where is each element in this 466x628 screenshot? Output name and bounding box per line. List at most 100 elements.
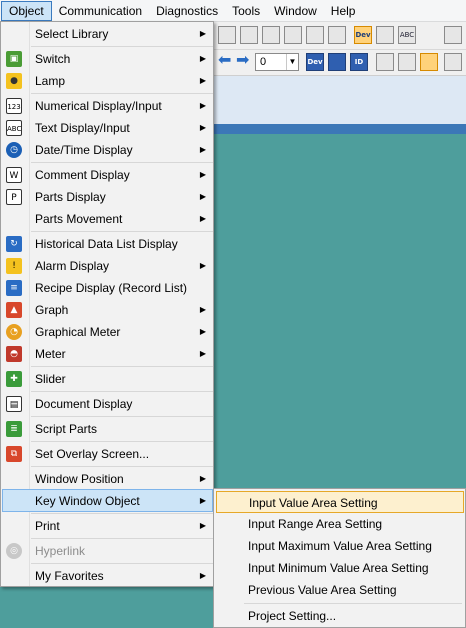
menu-item-label: Key Window Object <box>35 494 140 508</box>
menu-item-label: Lamp <box>35 74 66 88</box>
submenu-item-previous-value-area[interactable]: Previous Value Area Setting <box>216 579 464 601</box>
menu-item-lamp[interactable]: ● Lamp ▶ <box>2 70 213 92</box>
menu-item-historical-data[interactable]: ↻ Historical Data List Display <box>2 233 213 255</box>
menu-item-print[interactable]: Print ▶ <box>2 515 213 537</box>
menu-item-label: Window Position <box>35 472 124 486</box>
dev-view-icon[interactable]: Dev <box>354 26 372 44</box>
layer-icon[interactable] <box>376 53 394 71</box>
print-icon[interactable] <box>284 26 302 44</box>
graph-icon: ▲ <box>6 302 22 318</box>
forward-arrow-icon[interactable]: ➡ <box>236 52 249 70</box>
submenu-arrow-icon: ▶ <box>199 170 206 179</box>
submenu-item-label: Input Minimum Value Area Setting <box>248 561 429 575</box>
submenu-arrow-icon: ▶ <box>199 305 206 314</box>
menu-item-label: Graph <box>35 303 69 317</box>
layer-combo[interactable]: 0 ▼ <box>255 53 299 71</box>
menu-window[interactable]: Window <box>267 1 324 21</box>
layer-combo-value: 0 <box>260 56 267 68</box>
menu-item-label: Date/Time Display <box>35 143 133 157</box>
object-menu: Select Library ▶ ▣ Switch ▶ ● Lamp ▶ 123… <box>0 21 214 587</box>
menu-item-my-favorites[interactable]: My Favorites ▶ <box>2 565 213 587</box>
parts-display-icon: P <box>6 189 22 205</box>
menu-item-label: Graphical Meter <box>35 325 121 339</box>
run-icon[interactable] <box>444 26 462 44</box>
settings-icon[interactable] <box>328 26 346 44</box>
menu-separator <box>31 416 213 417</box>
menu-item-hyperlink: ◎ Hyperlink <box>2 540 213 562</box>
screen-icon[interactable] <box>218 26 236 44</box>
recipe-icon: ≡ <box>6 280 22 296</box>
submenu-item-input-min-area[interactable]: Input Minimum Value Area Setting <box>216 557 464 579</box>
text-display-icon: ABC <box>6 120 22 136</box>
menu-item-label: Set Overlay Screen... <box>35 447 150 461</box>
dev-table-icon[interactable] <box>328 53 346 71</box>
submenu-arrow-icon: ▶ <box>199 29 206 38</box>
menu-item-recipe-display[interactable]: ≡ Recipe Display (Record List) <box>2 277 213 299</box>
document-icon: ▤ <box>6 396 22 412</box>
submenu-item-input-value-area[interactable]: Input Value Area Setting <box>216 491 464 513</box>
menu-item-comment-display[interactable]: W Comment Display ▶ <box>2 164 213 186</box>
menu-item-parts-movement[interactable]: Parts Movement ▶ <box>2 208 213 230</box>
menu-item-meter[interactable]: ◓ Meter ▶ <box>2 343 213 365</box>
frame-icon[interactable] <box>240 26 258 44</box>
submenu-item-project-setting[interactable]: Project Setting... <box>216 605 464 627</box>
dev-icon[interactable] <box>262 26 280 44</box>
submenu-arrow-icon: ▶ <box>199 496 206 505</box>
menu-item-date-time-display[interactable]: ◷ Date/Time Display ▶ <box>2 139 213 161</box>
alarm-icon: ! <box>6 258 22 274</box>
menu-item-slider[interactable]: ✚ Slider <box>2 368 213 390</box>
menu-item-label: Parts Movement <box>35 212 123 226</box>
menu-item-window-position[interactable]: Window Position ▶ <box>2 468 213 490</box>
switch-icon: ▣ <box>6 51 22 67</box>
menu-item-parts-display[interactable]: P Parts Display ▶ <box>2 186 213 208</box>
menu-item-alarm-display[interactable]: ! Alarm Display ▶ <box>2 255 213 277</box>
submenu-arrow-icon: ▶ <box>199 571 206 580</box>
menu-item-label: Slider <box>35 372 66 386</box>
menu-object[interactable]: Object <box>1 0 52 21</box>
hyperlink-icon: ◎ <box>6 543 22 559</box>
menu-tools[interactable]: Tools <box>225 1 267 21</box>
slider-icon: ✚ <box>6 371 22 387</box>
lamp-icon: ● <box>6 73 22 89</box>
display-icon[interactable] <box>444 53 462 71</box>
menu-item-set-overlay-screen[interactable]: ⧉ Set Overlay Screen... <box>2 443 213 465</box>
menu-item-numerical-display[interactable]: 123 Numerical Display/Input ▶ <box>2 95 213 117</box>
menu-item-label: Alarm Display <box>35 259 110 273</box>
submenu-item-input-max-area[interactable]: Input Maximum Value Area Setting <box>216 535 464 557</box>
submenu-arrow-icon: ▶ <box>199 192 206 201</box>
dev-button[interactable]: Dev <box>306 53 324 71</box>
menu-item-text-display[interactable]: ABC Text Display/Input ▶ <box>2 117 213 139</box>
script-icon: ≣ <box>6 421 22 437</box>
key-window-submenu: Input Value Area Setting Input Range Are… <box>213 488 466 628</box>
menu-separator <box>31 441 213 442</box>
numeric-display-icon: 123 <box>6 98 22 114</box>
menu-item-graphical-meter[interactable]: ◔ Graphical Meter ▶ <box>2 321 213 343</box>
menu-item-label: Switch <box>35 52 71 66</box>
submenu-arrow-icon: ▶ <box>199 474 206 483</box>
abc-icon[interactable]: ABC <box>398 26 416 44</box>
menu-bar: Object Communication Diagnostics Tools W… <box>0 0 466 22</box>
submenu-arrow-icon: ▶ <box>199 145 206 154</box>
menu-item-label: Historical Data List Display <box>35 237 178 251</box>
menu-item-script-parts[interactable]: ≣ Script Parts <box>2 418 213 440</box>
menu-item-document-display[interactable]: ▤ Document Display <box>2 393 213 415</box>
menu-item-key-window-object[interactable]: Key Window Object ▶ <box>2 489 213 512</box>
back-arrow-icon[interactable]: ⬅ <box>218 52 231 70</box>
id-button[interactable]: ID <box>350 53 368 71</box>
submenu-item-label: Previous Value Area Setting <box>248 583 397 597</box>
menu-item-select-library[interactable]: Select Library ▶ <box>2 23 213 45</box>
menu-item-graph[interactable]: ▲ Graph ▶ <box>2 299 213 321</box>
submenu-arrow-icon: ▶ <box>199 76 206 85</box>
submenu-arrow-icon: ▶ <box>199 349 206 358</box>
menu-separator <box>31 162 213 163</box>
layer-back-icon[interactable] <box>420 53 438 71</box>
layer-front-icon[interactable] <box>398 53 416 71</box>
menu-help[interactable]: Help <box>324 1 363 21</box>
device-list-icon[interactable] <box>376 26 394 44</box>
overlay-icon: ⧉ <box>6 446 22 462</box>
menu-communication[interactable]: Communication <box>52 1 149 21</box>
menu-diagnostics[interactable]: Diagnostics <box>149 1 225 21</box>
submenu-item-input-range-area[interactable]: Input Range Area Setting <box>216 513 464 535</box>
palette-icon[interactable] <box>306 26 324 44</box>
menu-item-switch[interactable]: ▣ Switch ▶ <box>2 48 213 70</box>
